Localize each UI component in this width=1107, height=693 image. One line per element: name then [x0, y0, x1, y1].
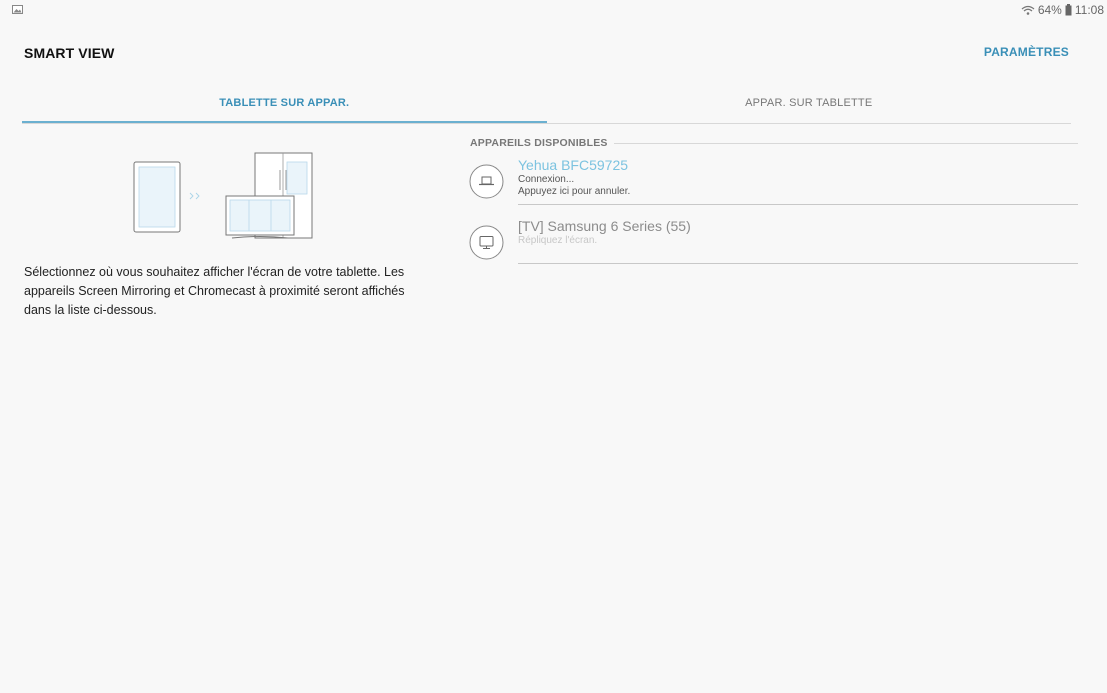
device-divider [518, 263, 1078, 264]
wifi-icon [1021, 5, 1035, 15]
tab-device-to-tablet[interactable]: APPAR. SUR TABLETTE [547, 87, 1072, 123]
section-divider [613, 142, 1078, 144]
clock: 11:08 [1074, 3, 1104, 17]
device-cancel-hint: Appuyez ici pour annuler. [518, 186, 631, 197]
intro-description: Sélectionnez où vous souhaitez afficher … [24, 265, 405, 317]
device-status: Connexion... [518, 174, 575, 185]
status-bar: 64% 11:08 [0, 0, 1107, 22]
image-notification-icon [12, 5, 23, 14]
settings-button[interactable]: PARAMÈTRES [984, 45, 1069, 59]
smart-view-illustration [133, 152, 313, 239]
device-name: [TV] Samsung 6 Series (55) [518, 218, 691, 234]
cast-arrows-icon [189, 192, 200, 200]
battery-icon [1065, 4, 1072, 16]
tab-tablet-to-device[interactable]: TABLETTE SUR APPAR. [22, 87, 547, 123]
device-status: Répliquez l'écran. [518, 235, 598, 246]
device-item-yehua[interactable]: Yehua BFC59725 Connexion... Appuyez ici … [469, 156, 1078, 206]
tablet-illustration-icon [133, 161, 181, 233]
media-receiver-icon [469, 164, 504, 199]
status-indicators: 64% 11:08 [1021, 3, 1104, 17]
device-info: [TV] Samsung 6 Series (55) Répliquez l'é… [518, 217, 1078, 247]
tv-icon [469, 225, 504, 260]
device-name: Yehua BFC59725 [518, 157, 629, 173]
device-info: Yehua BFC59725 Connexion... Appuyez ici … [518, 156, 1078, 198]
device-item-samsung-tv[interactable]: [TV] Samsung 6 Series (55) Répliquez l'é… [469, 217, 1078, 267]
tv-illustration-icon [225, 195, 295, 239]
battery-percent: 64% [1037, 3, 1062, 17]
device-divider [518, 204, 1078, 205]
tab-bar: TABLETTE SUR APPAR. APPAR. SUR TABLETTE [22, 87, 1071, 124]
section-header-label: APPAREILS DISPONIBLES [470, 137, 608, 149]
page-title: SMART VIEW [24, 45, 115, 61]
available-devices-header: APPAREILS DISPONIBLES [470, 137, 1078, 149]
